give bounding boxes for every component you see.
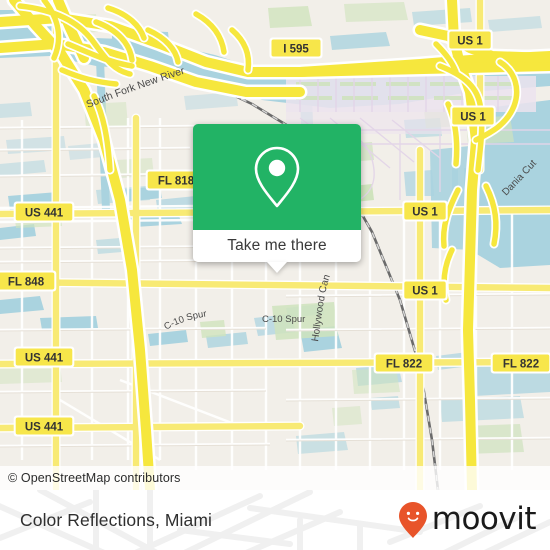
highway-shield-label: US 1 [457,35,483,47]
highway-shield: I 595 [269,37,323,59]
highway-shield-label: US 1 [460,111,486,123]
highway-shield: US 441 [13,201,75,223]
highway-shield: US 1 [402,279,448,301]
take-me-there-callout[interactable]: Take me there [193,124,361,273]
highway-shield-label: US 1 [412,285,438,297]
take-me-there-label: Take me there [227,237,327,254]
highway-shield: US 1 [447,29,493,51]
highway-shield-label: US 441 [25,207,64,219]
moovit-wordmark: moovit [431,500,537,537]
highway-shield: FL 848 [0,270,57,292]
footer-bar: Color Reflections, Miami moovit [0,490,550,550]
map-pin-icon [254,146,300,208]
highway-shield-label: FL 848 [8,276,45,288]
moovit-smiley-pin-icon [398,502,427,538]
highway-shield: FL 822 [373,352,435,374]
highway-shield: US 1 [402,200,448,222]
place-title: Color Reflections, Miami [20,490,212,550]
highway-shield-label: FL 822 [386,358,422,370]
moovit-brand[interactable]: moovit [398,490,537,550]
callout-action-bar[interactable]: Take me there [193,230,361,273]
highway-shield-label: FL 822 [503,358,539,370]
place-title-text: Color Reflections, Miami [20,509,213,530]
highway-shield: US 1 [450,105,496,127]
osm-attribution[interactable]: © OpenStreetMap contributors [0,466,550,490]
highway-shield-label: US 1 [412,206,438,218]
highway-shield: US 441 [13,415,75,437]
callout-pin-area [193,124,361,230]
osm-attribution-text: © OpenStreetMap contributors [8,471,181,485]
highway-shield-label: US 441 [25,352,64,364]
moovit-place-map-card: South Fork New River Dania Cut Hollywood… [0,0,550,550]
highway-shield: FL 822 [490,352,550,374]
highway-shield-label: US 441 [25,421,64,433]
callout-tail [267,262,287,273]
highway-shield: US 441 [13,346,75,368]
highway-shield-label: I 595 [283,43,309,55]
highway-shield-label: FL 818 [158,175,195,187]
label-c10-spur-east: C-10 Spur [262,314,305,325]
